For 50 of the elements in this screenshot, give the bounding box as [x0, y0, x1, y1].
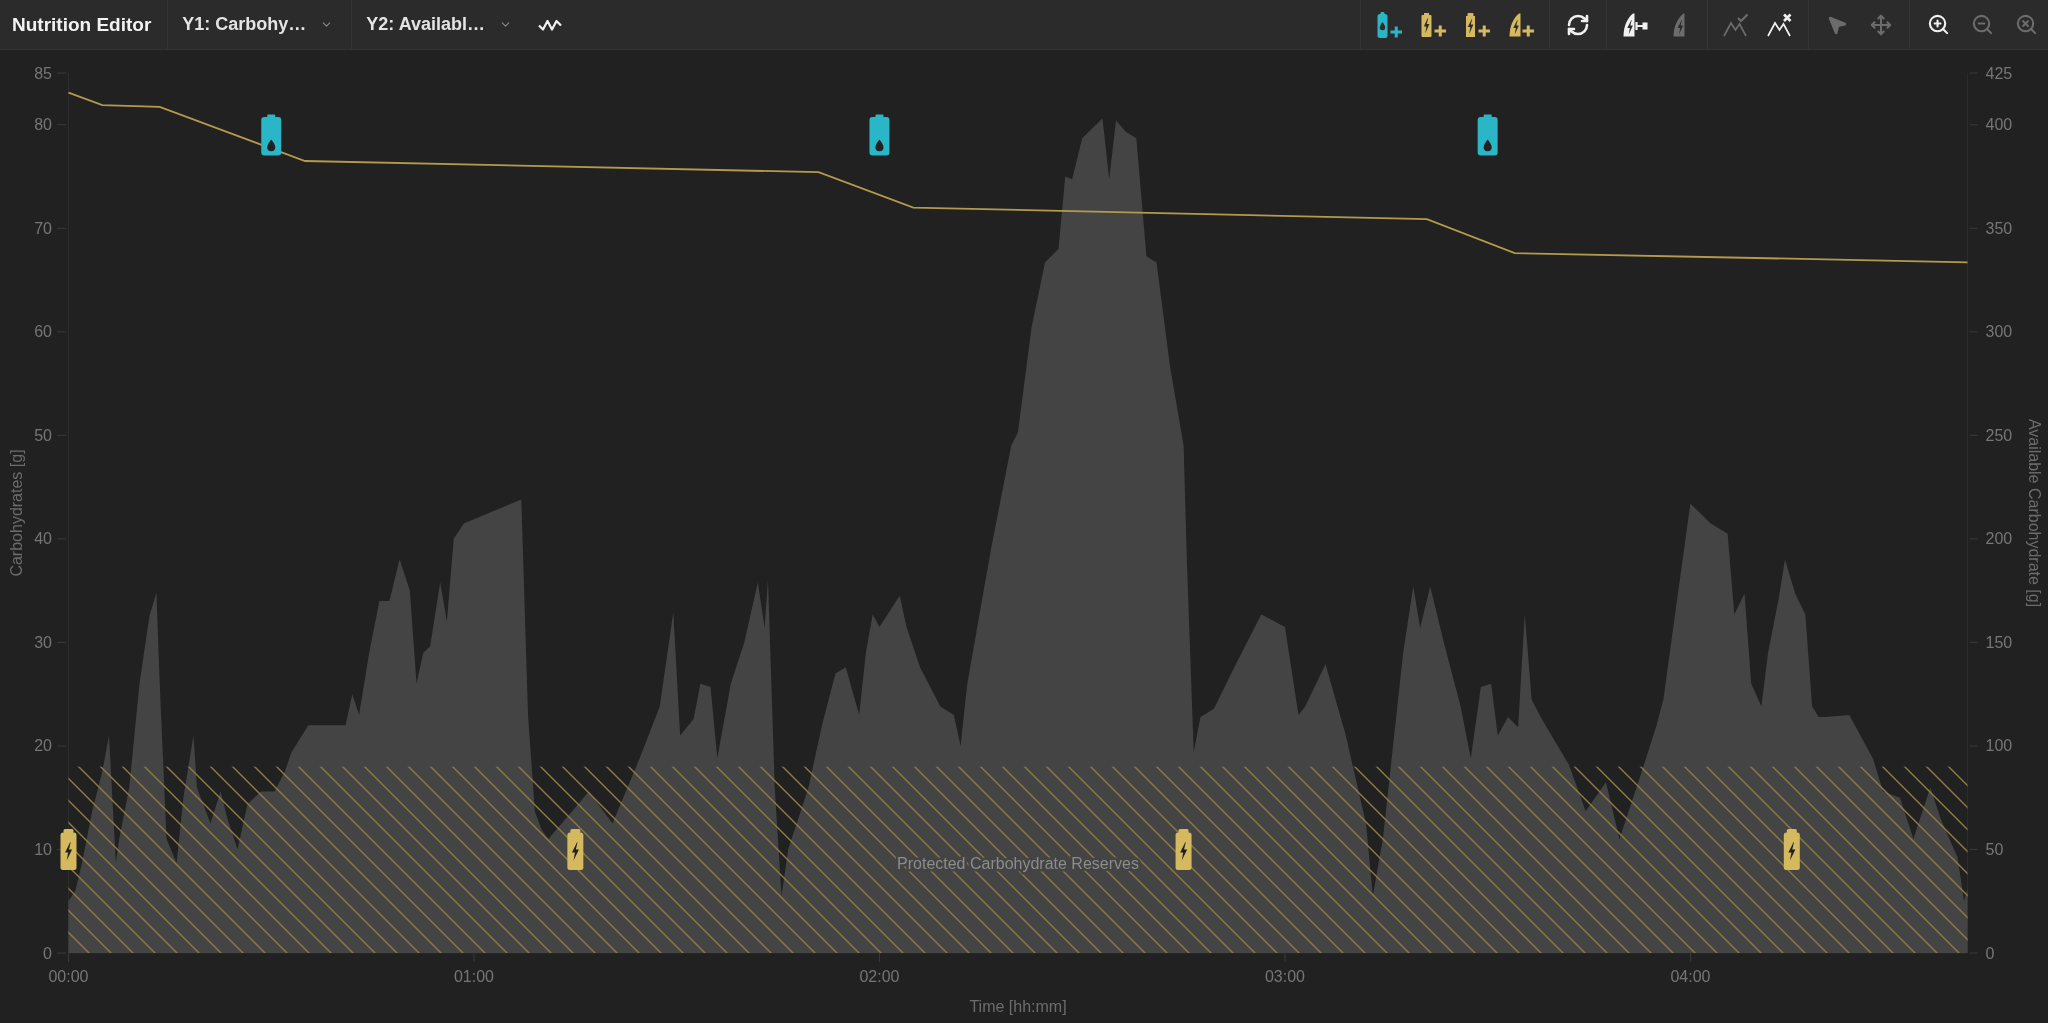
magnifier-x-icon [2014, 13, 2038, 36]
axis-tick-label: 200 [1985, 530, 2013, 548]
axis-tick-label: 300 [1985, 323, 2013, 341]
axis-tick-label: 70 [34, 219, 52, 237]
axis-title: Time [hh:mm] [969, 997, 1067, 1015]
zoom-out-icon [1970, 13, 1994, 36]
bottle-marker-icon[interactable] [869, 114, 890, 156]
axis-tick-label: 03:00 [1264, 967, 1305, 985]
axis-title: Available Carbohydrate [g] [2025, 418, 2043, 608]
axis-tick-label: 10 [34, 840, 52, 858]
axis-dropdown[interactable]: Y2: Availabl… [352, 0, 531, 49]
wedge-bolt-plus-icon [1508, 12, 1534, 37]
axis-title: Carbohydrates [g] [7, 449, 25, 577]
pack-bolt-plus-icon [1464, 12, 1490, 37]
axis-tick-label: 400 [1985, 116, 2013, 134]
axis-tick-label: 50 [1985, 840, 2004, 858]
axis-tick-label: 01:00 [453, 967, 494, 985]
bottle-plus-icon [1376, 11, 1402, 38]
axis-tick-label: 250 [1985, 426, 2013, 444]
bottle-marker-icon[interactable] [261, 114, 282, 156]
axis-dropdown[interactable]: Y1: Carbohy… [168, 0, 353, 49]
axis-tick-label: 150 [1985, 633, 2013, 651]
app-title: Nutrition Editor [0, 0, 169, 49]
wedge-bolt-range-icon [1622, 12, 1648, 37]
axis-tick-label: 350 [1985, 219, 2013, 237]
axis-tick-label: 0 [43, 944, 52, 962]
axis-tick-label: 40 [34, 530, 52, 548]
axis-tick-label: 04:00 [1670, 967, 1711, 985]
zoom-in-icon [1926, 13, 1950, 36]
wedge-bolt-icon [1673, 12, 1685, 37]
zigzag-icon [538, 18, 563, 31]
move-icon [1870, 13, 1892, 36]
gel-marker-icon[interactable] [567, 828, 584, 870]
axis-tick-label: 00:00 [48, 967, 89, 985]
refresh-icon [1566, 12, 1590, 37]
mountain-x-icon [1767, 12, 1793, 37]
axis-tick-label: 60 [34, 323, 52, 341]
axis-tick-label: 50 [34, 426, 52, 444]
axis-tick-label: 30 [34, 633, 52, 651]
battery-bolt-plus-icon [1420, 12, 1446, 37]
axis-tick-label: 20 [34, 737, 52, 755]
axis-tick-label: 0 [1985, 944, 1995, 962]
axis-tick-label: 100 [1985, 737, 2013, 755]
mountain-check-icon [1723, 12, 1749, 37]
axis-tick-label: 02:00 [859, 967, 900, 985]
axis-tick-label: 80 [34, 116, 52, 134]
gel-marker-icon[interactable] [60, 828, 77, 870]
axis-tick-label: 425 [1985, 64, 2013, 82]
bottle-marker-icon[interactable] [1477, 114, 1498, 156]
axis-tick-label: 85 [34, 64, 52, 82]
